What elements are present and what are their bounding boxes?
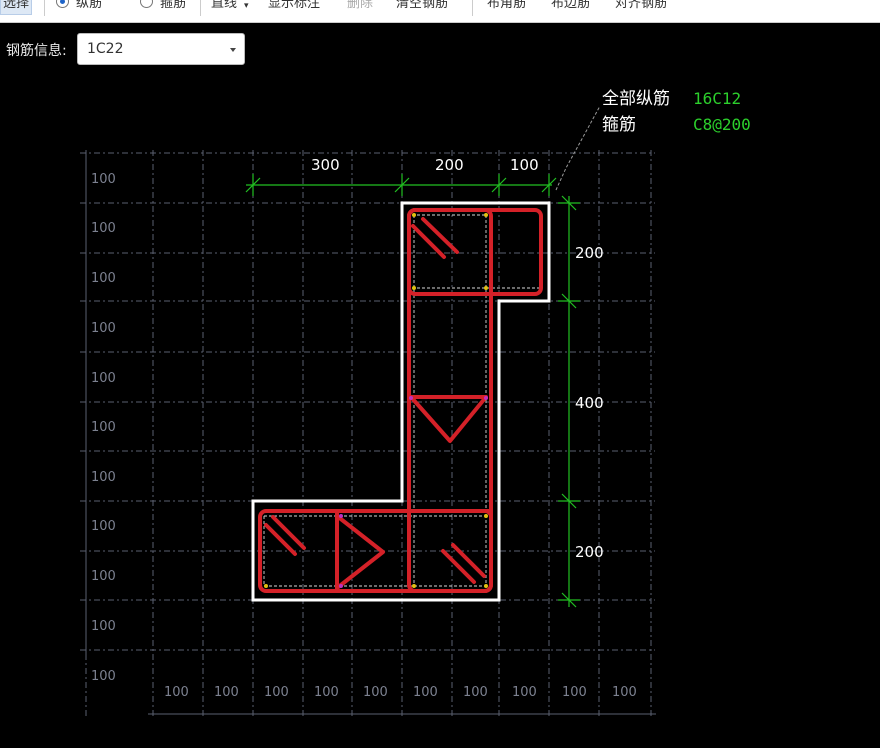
grid-label-left: 100 [91,470,116,485]
summary-leader-line [555,105,601,191]
grid-label-bottom: 100 [562,685,587,700]
stirrup-hook[interactable] [411,224,446,259]
rebar-point[interactable] [409,396,413,400]
rebar-point[interactable] [412,584,416,588]
summary-longitudinal-value: 16C12 [693,89,741,108]
grid-label-bottom: 100 [463,685,488,700]
stirrup-hook[interactable] [441,549,476,584]
summary-longitudinal-label: 全部纵筋 [602,89,670,109]
rebar-point[interactable] [484,396,488,400]
grid-label-left: 100 [91,519,116,534]
dim-right-label: 400 [575,394,604,412]
rebar-point[interactable] [412,286,416,290]
grid-label-bottom: 100 [612,685,637,700]
grid-label-bottom: 100 [214,685,239,700]
summary-stirrup-label: 箍筋 [602,115,636,135]
grid-label-left: 100 [91,172,116,187]
rebar-point[interactable] [339,514,343,518]
rebar-points[interactable] [264,213,488,588]
grid-label-left: 100 [91,420,116,435]
grid-label-left: 100 [91,321,116,336]
stirrup-hook[interactable] [451,543,486,578]
stirrup-hook[interactable] [264,523,297,556]
rebar-point[interactable] [484,213,488,217]
rebar-point[interactable] [484,514,488,518]
rebar-point[interactable] [339,584,343,588]
rebar-summary: 全部纵筋 16C12 箍筋 C8@200 [602,89,751,135]
rebar-point[interactable] [412,213,416,217]
grid-label-bottom: 100 [363,685,388,700]
summary-stirrup-value: C8@200 [693,115,751,134]
grid-label-bottom: 100 [512,685,537,700]
stirrup-vertical[interactable] [407,208,493,593]
grid-label-left: 100 [91,271,116,286]
dim-top-label: 300 [311,156,340,174]
grid-label-left: 100 [91,619,116,634]
rebar-point[interactable] [484,584,488,588]
stirrup-hook[interactable] [271,515,306,550]
dim-top-label: 200 [435,156,464,174]
dim-right-label: 200 [575,244,604,262]
grid-label-left: 100 [91,371,116,386]
tie-triangle[interactable] [409,395,488,443]
tie-triangle[interactable] [335,514,385,590]
grid-label-bottom: 100 [314,685,339,700]
grid-label-bottom: 100 [164,685,189,700]
grid-label-bottom: 100 [264,685,289,700]
grid-label-bottom: 100 [413,685,438,700]
grid-label-left: 100 [91,221,116,236]
grid-labels: 100 100 100 100 100 100 100 100 100 100 … [91,172,637,700]
rebar-point[interactable] [484,286,488,290]
grid-label-left: 100 [91,669,116,684]
dim-top-label: 100 [510,156,539,174]
section-drawing-canvas[interactable]: 100 100 100 100 100 100 100 100 100 100 … [0,0,880,748]
dim-right-label: 200 [575,543,604,561]
grid-label-left: 100 [91,569,116,584]
rebar-point[interactable] [264,584,268,588]
